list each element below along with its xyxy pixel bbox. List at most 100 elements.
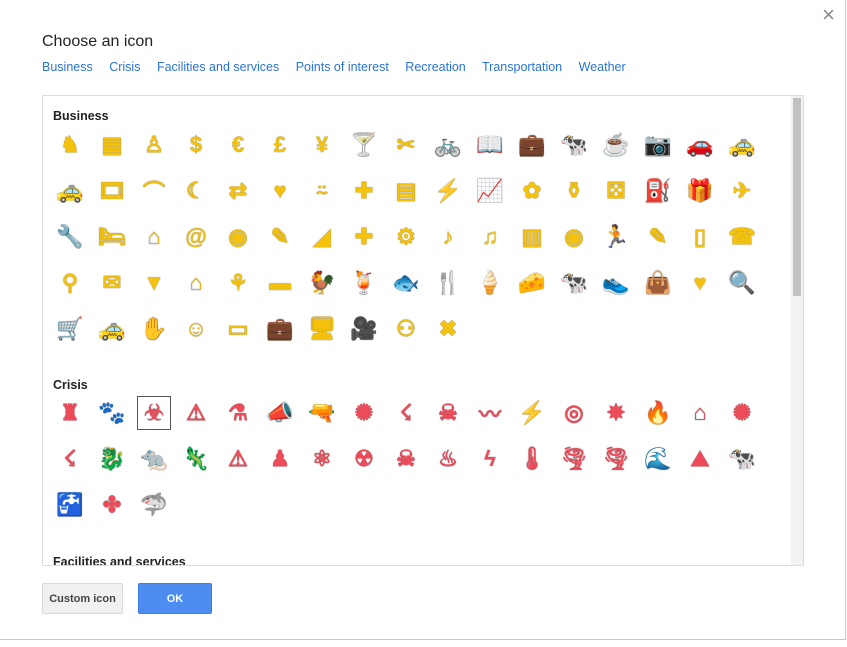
ok-button[interactable]: OK: [138, 583, 212, 614]
business-option-icon[interactable]: ☾: [179, 174, 213, 208]
business-option-icon[interactable]: 🐟: [389, 266, 423, 300]
business-option-icon[interactable]: 🚕: [95, 312, 129, 346]
business-option-icon[interactable]: 🚲: [431, 128, 465, 162]
business-option-icon[interactable]: ✖: [431, 312, 465, 346]
business-option-icon[interactable]: ✎: [263, 220, 297, 254]
business-option-icon[interactable]: 📈: [473, 174, 507, 208]
crisis-option-icon[interactable]: ⚠: [221, 442, 255, 476]
close-icon[interactable]: ×: [822, 4, 835, 26]
business-option-icon[interactable]: 🚗: [683, 128, 717, 162]
business-option-icon[interactable]: 🍹: [347, 266, 381, 300]
business-option-icon[interactable]: 💼: [515, 128, 549, 162]
crisis-option-icon[interactable]: 🐄: [725, 442, 759, 476]
business-option-icon[interactable]: ✎: [641, 220, 675, 254]
crisis-option-icon[interactable]: ⚠: [179, 396, 213, 430]
business-option-icon[interactable]: ♙: [137, 128, 171, 162]
business-option-icon[interactable]: ⛽: [641, 174, 675, 208]
crisis-option-icon[interactable]: ♟: [263, 442, 297, 476]
business-option-icon[interactable]: ▯: [683, 220, 717, 254]
crisis-option-icon[interactable]: ☣: [137, 396, 171, 430]
business-option-icon[interactable]: ⚲: [53, 266, 87, 300]
crisis-option-icon[interactable]: ⚡: [515, 396, 549, 430]
crisis-option-icon[interactable]: ⌂: [683, 396, 717, 430]
tab-transportation[interactable]: Transportation: [482, 60, 562, 74]
business-option-icon[interactable]: 🚕: [53, 174, 87, 208]
crisis-option-icon[interactable]: 🐉: [95, 442, 129, 476]
business-option-icon[interactable]: ⚱: [557, 174, 591, 208]
business-option-icon[interactable]: 🔧: [53, 220, 87, 254]
business-option-icon[interactable]: ⇄: [221, 174, 255, 208]
business-option-icon[interactable]: ☺: [179, 312, 213, 346]
custom-icon-button[interactable]: Custom icon: [42, 583, 123, 614]
crisis-option-icon[interactable]: 📣: [263, 396, 297, 430]
business-option-icon[interactable]: $: [179, 128, 213, 162]
crisis-option-icon[interactable]: ☢: [347, 442, 381, 476]
crisis-option-icon[interactable]: ☠: [431, 396, 465, 430]
crisis-option-icon[interactable]: 🌡: [515, 442, 549, 476]
business-option-icon[interactable]: 🍴: [431, 266, 465, 300]
tab-facilities-and-services[interactable]: Facilities and services: [157, 60, 279, 74]
crisis-option-icon[interactable]: ♨: [431, 442, 465, 476]
business-option-icon[interactable]: 🛏: [95, 220, 129, 254]
business-option-icon[interactable]: 👟: [599, 266, 633, 300]
crisis-option-icon[interactable]: ✺: [347, 396, 381, 430]
business-option-icon[interactable]: 📷: [641, 128, 675, 162]
crisis-option-icon[interactable]: 🌪: [599, 442, 633, 476]
business-option-icon[interactable]: €: [221, 128, 255, 162]
crisis-option-icon[interactable]: 🔥: [641, 396, 675, 430]
tab-weather[interactable]: Weather: [579, 60, 626, 74]
business-option-icon[interactable]: ◢: [305, 220, 339, 254]
tab-points-of-interest[interactable]: Points of interest: [296, 60, 389, 74]
business-option-icon[interactable]: 🎁: [683, 174, 717, 208]
business-option-icon[interactable]: ♫: [473, 220, 507, 254]
crisis-option-icon[interactable]: ☇: [389, 396, 423, 430]
business-option-icon[interactable]: 🧀: [515, 266, 549, 300]
tab-recreation[interactable]: Recreation: [405, 60, 465, 74]
crisis-option-icon[interactable]: 🦈: [137, 488, 171, 522]
crisis-option-icon[interactable]: ϟ: [473, 442, 507, 476]
scrollbar-thumb[interactable]: [793, 98, 801, 296]
business-option-icon[interactable]: ⌒: [137, 174, 171, 208]
business-option-icon[interactable]: 🎞: [95, 174, 129, 208]
business-option-icon[interactable]: 🖥: [305, 312, 339, 346]
crisis-option-icon[interactable]: 🔫: [305, 396, 339, 430]
business-option-icon[interactable]: 🐄: [557, 128, 591, 162]
business-option-icon[interactable]: ▬: [263, 266, 297, 300]
crisis-option-icon[interactable]: ♜: [53, 396, 87, 430]
business-option-icon[interactable]: 🛒: [53, 312, 87, 346]
business-option-icon[interactable]: ⚡: [431, 174, 465, 208]
crisis-option-icon[interactable]: ⛰: [683, 442, 717, 476]
business-option-icon[interactable]: 🚕: [725, 128, 759, 162]
business-option-icon[interactable]: ✂: [389, 128, 423, 162]
business-option-icon[interactable]: ♞: [53, 128, 87, 162]
business-option-icon[interactable]: ✋: [137, 312, 171, 346]
business-option-icon[interactable]: ✿: [515, 174, 549, 208]
crisis-option-icon[interactable]: 🦎: [179, 442, 213, 476]
crisis-option-icon[interactable]: ✤: [95, 488, 129, 522]
business-option-icon[interactable]: ♪: [431, 220, 465, 254]
business-option-icon[interactable]: 👜: [641, 266, 675, 300]
business-option-icon[interactable]: ▥: [515, 220, 549, 254]
business-option-icon[interactable]: ✚: [347, 174, 381, 208]
business-option-icon[interactable]: ⚙: [389, 220, 423, 254]
crisis-option-icon[interactable]: 〰: [473, 396, 507, 430]
business-option-icon[interactable]: 💼: [263, 312, 297, 346]
crisis-option-icon[interactable]: 🚰: [53, 488, 87, 522]
crisis-option-icon[interactable]: 🌊: [641, 442, 675, 476]
business-option-icon[interactable]: 🔍: [725, 266, 759, 300]
crisis-option-icon[interactable]: 🌪: [557, 442, 591, 476]
business-option-icon[interactable]: ⍨: [305, 174, 339, 208]
business-option-icon[interactable]: ✉: [95, 266, 129, 300]
business-option-icon[interactable]: ♥: [263, 174, 297, 208]
business-option-icon[interactable]: ☕: [599, 128, 633, 162]
business-option-icon[interactable]: ⚇: [389, 312, 423, 346]
crisis-option-icon[interactable]: ⚗: [221, 396, 255, 430]
crisis-option-icon[interactable]: ✸: [599, 396, 633, 430]
crisis-option-icon[interactable]: ✺: [725, 396, 759, 430]
business-option-icon[interactable]: ⌂: [179, 266, 213, 300]
business-option-icon[interactable]: ☎: [725, 220, 759, 254]
business-option-icon[interactable]: ⚘: [221, 266, 255, 300]
business-option-icon[interactable]: 🐓: [305, 266, 339, 300]
business-option-icon[interactable]: 🎥: [347, 312, 381, 346]
business-option-icon[interactable]: 📖: [473, 128, 507, 162]
